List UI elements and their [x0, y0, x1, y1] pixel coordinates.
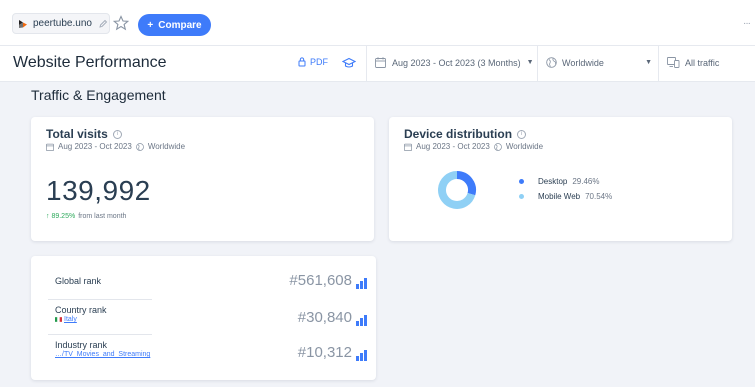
country-rank-value: #30,840: [298, 309, 367, 326]
industry-rank-number: #10,312: [297, 344, 352, 361]
total-visits-meta: Aug 2023 - Oct 2023 Worldwide: [46, 142, 185, 151]
total-visits-value: 139,992: [46, 175, 151, 206]
total-visits-region: Worldwide: [147, 142, 186, 151]
info-icon[interactable]: i: [112, 129, 122, 139]
globe-icon: [546, 57, 557, 68]
compare-label: Compare: [158, 19, 202, 31]
more-icon[interactable]: ···: [743, 18, 751, 29]
site-chip[interactable]: peertube.uno: [12, 13, 110, 34]
bar-chart-icon: [356, 315, 367, 326]
global-rank-number: #561,608: [289, 272, 352, 289]
info-icon[interactable]: i: [517, 129, 527, 139]
total-visits-title: Total visits i: [46, 127, 122, 141]
industry-rank-row: Industry rank …/TV_Movies_and_Streaming …: [55, 340, 367, 361]
bar-chart-icon: [356, 278, 367, 289]
device-distribution-title-text: Device distribution: [404, 127, 513, 141]
desktop-color-dot: [519, 179, 524, 184]
top-bar: peertube.uno + Compare ···: [0, 0, 755, 46]
country-rank-number: #30,840: [297, 309, 352, 326]
bar-chart-icon: [356, 350, 367, 361]
calendar-icon: [404, 143, 412, 151]
plus-icon: +: [147, 19, 154, 31]
calendar-icon: [46, 143, 54, 151]
device-distribution-date: Aug 2023 - Oct 2023: [416, 142, 490, 151]
mobile-web-label: Mobile Web: [538, 192, 581, 201]
lock-icon: [298, 57, 306, 67]
globe-icon: [493, 142, 502, 151]
device-distribution-region: Worldwide: [505, 142, 544, 151]
device-distribution-title: Device distribution i: [404, 127, 527, 141]
globe-icon: [135, 142, 144, 151]
legend-item-mobile-web: Mobile Web 70.54%: [519, 189, 612, 204]
country-rank-sub: Italy: [64, 316, 77, 323]
traffic-filter[interactable]: All traffic: [667, 57, 719, 68]
divider: [366, 46, 367, 82]
global-rank-row: Global rank #561,608: [55, 272, 367, 289]
compare-button[interactable]: + Compare: [138, 14, 211, 36]
divider: [658, 46, 659, 82]
device-distribution-meta: Aug 2023 - Oct 2023 Worldwide: [404, 142, 543, 151]
date-range-filter[interactable]: Aug 2023 - Oct 2023 (3 Months) ▼: [375, 57, 534, 68]
peertube-favicon-icon: [19, 19, 27, 28]
chevron-down-icon: ▼: [526, 59, 534, 66]
chevron-down-icon: ▼: [645, 59, 652, 66]
pdf-button[interactable]: PDF: [298, 57, 328, 67]
star-icon[interactable]: [113, 15, 129, 31]
legend-item-desktop: Desktop 29.46%: [519, 174, 612, 189]
total-visits-change: ↑ 89.25% from last month: [46, 213, 126, 220]
devices-icon: [667, 57, 680, 68]
italy-flag-icon: [55, 317, 62, 322]
device-distribution-card: Device distribution i Aug 2023 - Oct 202…: [389, 117, 732, 241]
industry-rank-sub: …/TV_Movies_and_Streaming: [55, 351, 151, 358]
desktop-value: 29.46%: [572, 177, 600, 186]
total-visits-title-text: Total visits: [46, 127, 108, 141]
country-label: Worldwide: [562, 57, 604, 68]
divider: [48, 299, 152, 300]
section-title: Traffic & Engagement: [31, 87, 166, 103]
divider: [48, 334, 152, 335]
device-legend: Desktop 29.46% Mobile Web 70.54%: [519, 174, 612, 204]
mobile-web-color-dot: [519, 194, 524, 199]
ranks-card: Global rank #561,608 Country rank Italy …: [31, 256, 376, 380]
total-visits-card: Total visits i Aug 2023 - Oct 2023 World…: [31, 117, 374, 241]
donut-slice-desktop: [456, 171, 476, 196]
total-visits-date: Aug 2023 - Oct 2023: [58, 142, 132, 151]
calendar-icon: [375, 57, 386, 68]
country-rank-row: Country rank Italy #30,840: [55, 305, 367, 326]
device-donut-chart: [438, 171, 476, 209]
divider: [537, 46, 538, 82]
pdf-label: PDF: [310, 57, 328, 67]
pencil-icon[interactable]: [98, 19, 108, 29]
industry-rank-value: #10,312: [298, 344, 367, 361]
change-percent: ↑ 89.25%: [46, 213, 76, 220]
desktop-label: Desktop: [538, 177, 568, 186]
site-name: peertube.uno: [33, 18, 92, 29]
change-note: from last month: [78, 213, 127, 220]
country-filter[interactable]: Worldwide ▼: [546, 57, 652, 68]
global-rank-value: #561,608: [289, 272, 367, 289]
traffic-label: All traffic: [685, 57, 720, 68]
mobile-web-value: 70.54%: [585, 192, 613, 201]
header-bar: Website Performance PDF Aug 2023 - Oct 2…: [0, 46, 755, 82]
graduation-cap-icon[interactable]: [342, 56, 356, 70]
date-range-label: Aug 2023 - Oct 2023 (3 Months): [392, 57, 521, 68]
page-title: Website Performance: [13, 54, 167, 71]
